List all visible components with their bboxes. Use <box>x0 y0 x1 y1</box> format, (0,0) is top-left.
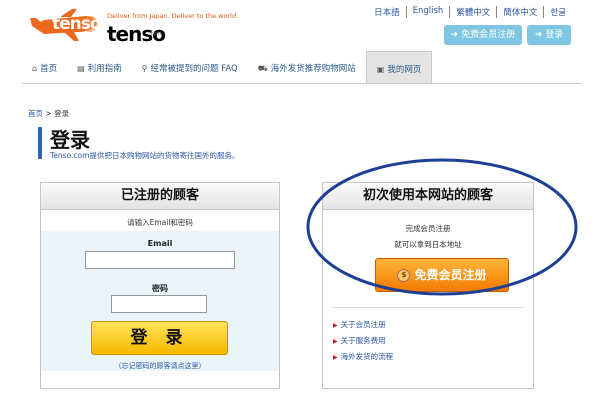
forgot-password-link[interactable]: （忘记密码的顾客请点这里） <box>41 361 279 371</box>
brand-suffix: .com <box>149 31 162 37</box>
search-icon: ⚲ <box>141 64 148 73</box>
logo-text: tenso <box>52 14 102 34</box>
arrow-right-icon: ▶ <box>333 322 338 329</box>
lang-traditional-chinese[interactable]: 繁體中文 <box>449 6 496 18</box>
page-subtitle: Tenso.com提供把日本购物网站的货物寄往国外的服务。 <box>50 151 240 160</box>
info-links: ▶ 关于会员注册 ▶ 关于服务费用 ▶ 海外发货的流程 <box>333 317 393 365</box>
breadcrumb-separator: > <box>43 109 55 118</box>
breadcrumb-home[interactable]: 首页 <box>28 109 43 118</box>
login-arrow-icon: ➜ <box>450 30 459 40</box>
link-membership[interactable]: ▶ 关于会员注册 <box>333 317 393 333</box>
tab-faq[interactable]: ⚲ 经常被提到的问题 FAQ <box>132 53 248 83</box>
home-icon: ⌂ <box>32 64 38 73</box>
tab-guide[interactable]: ▤ 利用指南 <box>67 53 132 83</box>
arrow-right-icon: ▶ <box>333 338 338 345</box>
link-fees[interactable]: ▶ 关于服务费用 <box>333 333 393 349</box>
panel-heading: 已注册的顾客 <box>41 183 279 210</box>
cart-icon: ⛟ <box>257 64 268 73</box>
main-nav: ⌂ 首页 ▤ 利用指南 ⚲ 经常被提到的问题 FAQ ⛟ 海外发货推荐购物网站 ▣ 我的网… <box>22 51 582 84</box>
lang-simplified-chinese[interactable]: 簡体中文 <box>496 6 543 18</box>
tab-home[interactable]: ⌂ 首页 <box>22 53 67 83</box>
tab-shopping-sites[interactable]: ⛟ 海外发货推荐购物网站 <box>248 53 366 83</box>
link-shipping-flow[interactable]: ▶ 海外发货的流程 <box>333 349 393 365</box>
header-login-button[interactable]: ➜ 登录 <box>527 25 571 45</box>
header-register-button[interactable]: ➜ 免费会员注册 <box>444 25 522 45</box>
divider <box>331 307 525 308</box>
login-button[interactable]: 登 录 <box>91 321 228 355</box>
breadcrumb: 首页 > 登录 <box>28 108 69 119</box>
page-title: 登录 <box>50 128 90 152</box>
user-page-icon: ▣ <box>376 65 385 74</box>
tagline: Deliver from Japan. Deliver to the world… <box>107 12 239 20</box>
lang-korean[interactable]: 한글 <box>543 6 572 18</box>
language-selector: 日本語 English 繁體中文 簡体中文 한글 <box>368 6 572 18</box>
breadcrumb-current: 登录 <box>54 109 70 118</box>
title-accent-bar <box>38 127 42 159</box>
password-field[interactable] <box>111 295 207 313</box>
email-field[interactable] <box>85 251 235 269</box>
registered-customer-panel: 已注册的顾客 请输入Email和密码 Email 密码 登 录 （忘记密码的顾客… <box>40 182 280 389</box>
annotation-ellipse <box>306 158 578 296</box>
login-arrow-icon: ➜ <box>534 30 543 40</box>
arrow-right-icon: ▶ <box>333 354 338 361</box>
password-label: 密码 <box>152 284 168 293</box>
email-label: Email <box>147 239 173 248</box>
book-icon: ▤ <box>77 64 85 73</box>
tab-my-page[interactable]: ▣ 我的网页 <box>365 51 433 83</box>
lang-japanese[interactable]: 日本語 <box>368 6 406 18</box>
login-instruction: 请输入Email和密码 <box>127 218 193 227</box>
lang-english[interactable]: English <box>405 6 450 18</box>
